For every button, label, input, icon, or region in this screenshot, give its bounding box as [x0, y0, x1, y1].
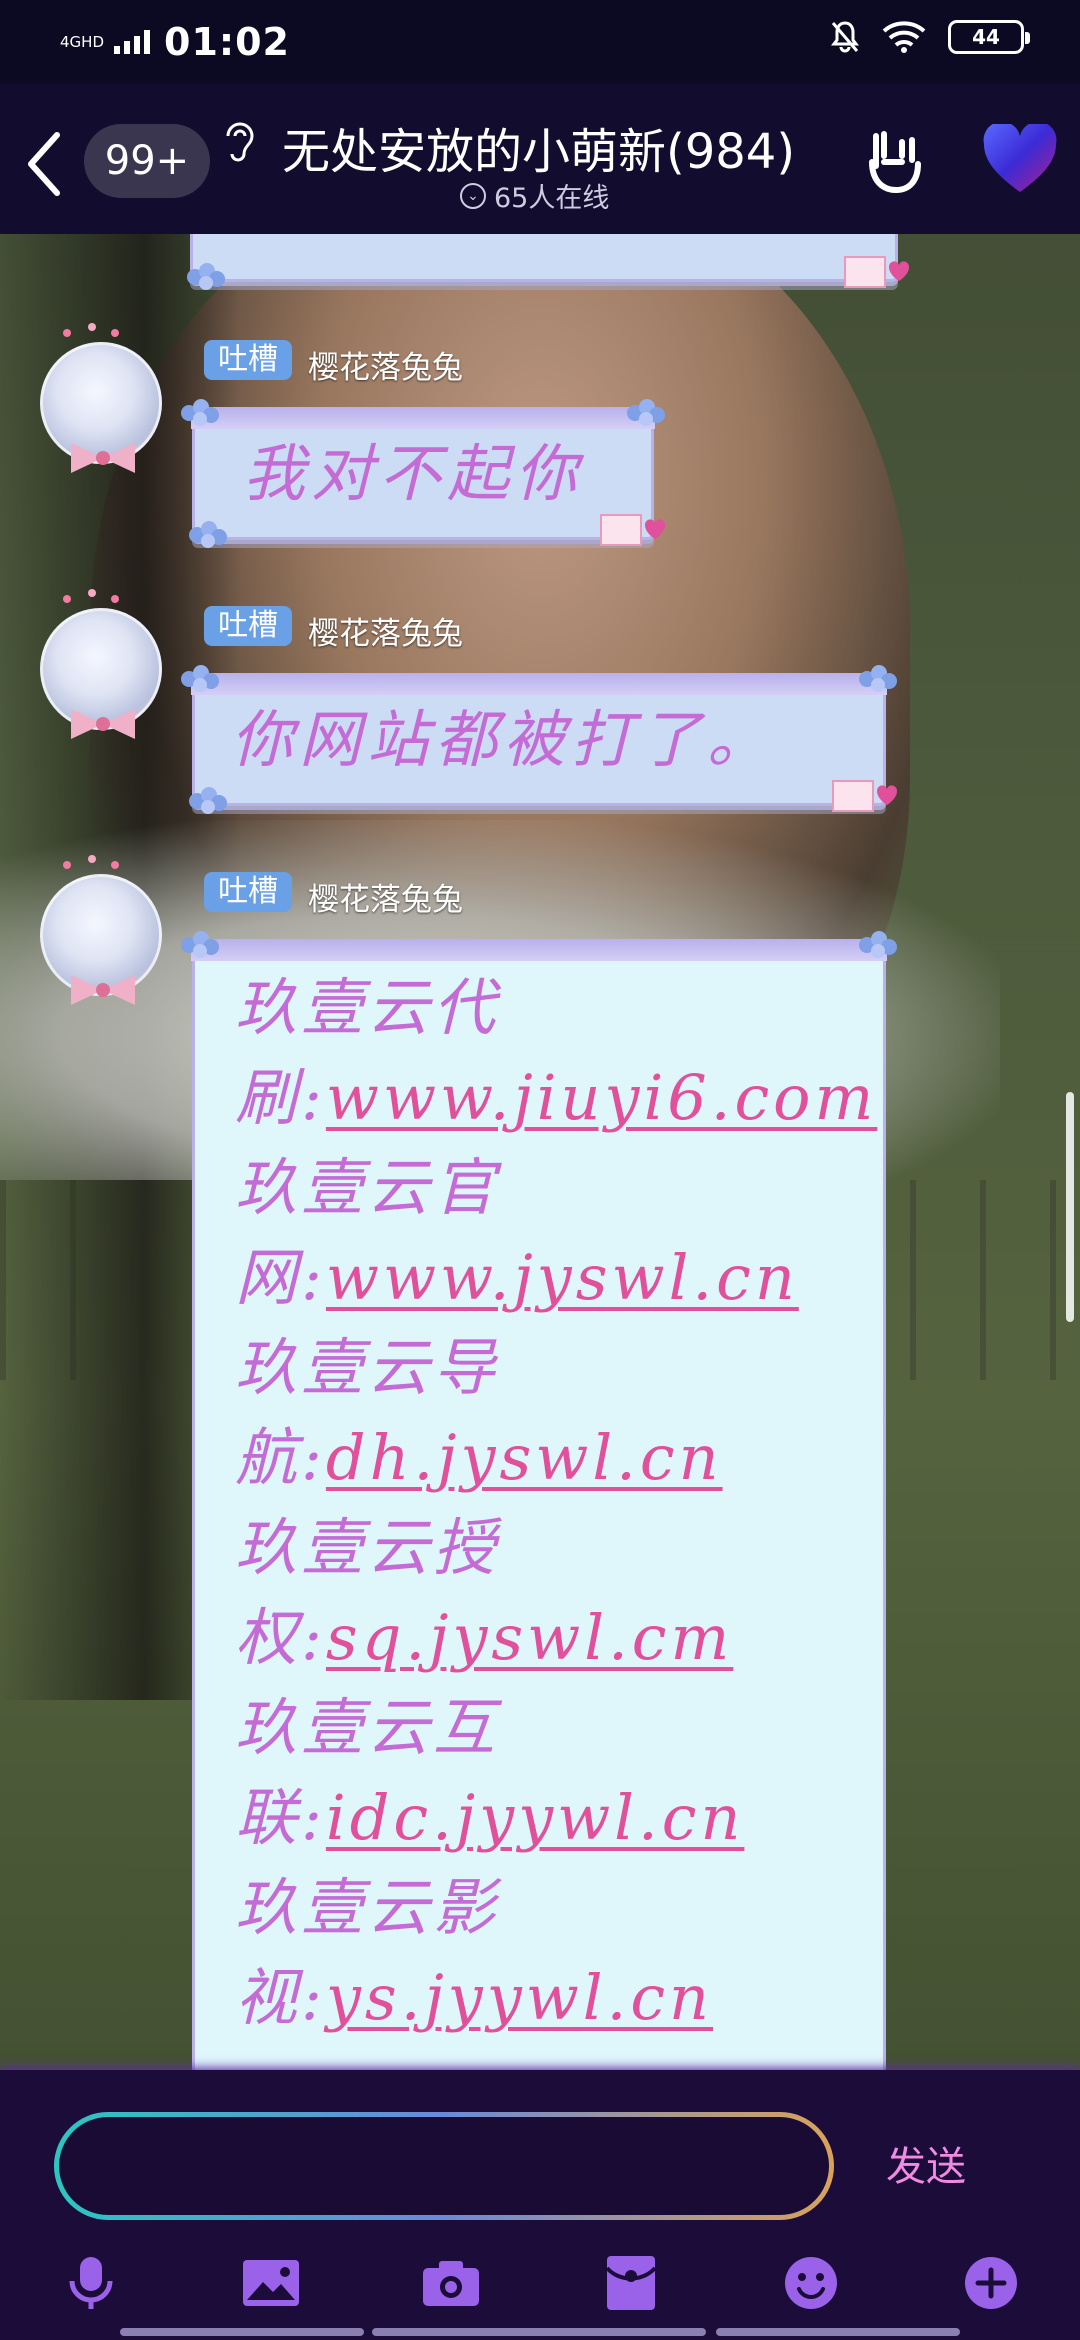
clock: 01:02: [164, 20, 290, 64]
link[interactable]: dh.jyswl.cn: [326, 1421, 723, 1494]
scrollbar[interactable]: [1066, 1092, 1074, 1322]
envelope-heart-icon: [844, 256, 909, 288]
microphone-icon[interactable]: [56, 2248, 126, 2318]
title-tag: 吐槽: [204, 606, 292, 646]
network-type: 4GHD: [60, 33, 104, 51]
emoji-icon[interactable]: [776, 2248, 846, 2318]
heart-decoration-icon: [63, 323, 119, 337]
heart-icon[interactable]: [982, 124, 1058, 196]
envelope-heart-icon: [600, 514, 665, 546]
camera-icon[interactable]: [416, 2248, 486, 2318]
status-bar: 4GHD 01:02 44: [0, 0, 1080, 84]
bow-icon: [71, 709, 135, 739]
online-status[interactable]: ⌄ 65人在线: [460, 176, 609, 215]
flower-decoration-icon: [187, 263, 225, 290]
bow-icon: [71, 975, 135, 1005]
bow-icon: [71, 443, 135, 473]
previous-message-bubble: [187, 234, 909, 290]
gesture-bar: [716, 2328, 960, 2336]
signal-icon: [114, 30, 150, 54]
message-list[interactable]: 吐槽 樱花落兔兔 我对不起你 吐槽 樱花落兔兔 你网站都被打了。 吐槽 樱花落兔…: [0, 234, 1080, 2070]
avatar[interactable]: [40, 323, 162, 473]
online-count: 65人在线: [494, 183, 610, 214]
envelope-heart-icon: [832, 780, 897, 812]
plus-icon[interactable]: [956, 2248, 1026, 2318]
mute-bell-icon: [831, 21, 859, 53]
ear-icon: [226, 122, 254, 162]
message-text: 玖壹云代 刷:www.jiuyi6.com 玖壹云官 网:www.jyswl.c…: [235, 971, 878, 2034]
message-input[interactable]: [56, 2114, 832, 2218]
image-icon[interactable]: [236, 2248, 306, 2318]
link[interactable]: www.jyswl.cn: [326, 1241, 799, 1314]
chevron-left-icon: [28, 132, 60, 196]
avatar[interactable]: [40, 589, 162, 739]
title-tag: 吐槽: [204, 340, 292, 380]
message-bubble[interactable]: 你网站都被打了。: [181, 665, 897, 814]
heart-decoration-icon: [63, 589, 119, 603]
link[interactable]: ys.jyywl.cn: [326, 1961, 713, 2034]
message-bubble[interactable]: 玖壹云代 刷:www.jiuyi6.com 玖壹云官 网:www.jyswl.c…: [181, 931, 897, 2070]
message-text: 你网站都被打了。: [231, 703, 776, 776]
title-tag: 吐槽: [204, 872, 292, 912]
message-bubble[interactable]: 我对不起你: [181, 399, 665, 548]
message-text: 我对不起你: [243, 437, 584, 510]
back-button[interactable]: [18, 124, 68, 204]
sender-name[interactable]: 樱花落兔兔: [308, 608, 463, 653]
sender-name[interactable]: 樱花落兔兔: [308, 342, 463, 387]
wifi-icon: [882, 21, 926, 53]
gesture-bar: [120, 2328, 364, 2336]
gesture-bar: [372, 2328, 706, 2336]
chat-header: 99+ 无处安放的小萌新(984) ⌄ 65人在线: [0, 84, 1080, 234]
send-button[interactable]: 发送: [886, 2134, 966, 2192]
unread-count-badge[interactable]: 99+: [84, 124, 210, 198]
heart-decoration-icon: [63, 855, 119, 869]
red-packet-icon[interactable]: [596, 2248, 666, 2318]
group-title[interactable]: 无处安放的小萌新(984): [282, 112, 795, 182]
link[interactable]: idc.jyywl.cn: [326, 1781, 745, 1854]
rock-hand-icon[interactable]: [862, 126, 926, 196]
link[interactable]: sq.jyswl.cm: [326, 1601, 733, 1674]
battery-indicator: 44: [948, 20, 1030, 54]
chevron-down-icon: ⌄: [460, 182, 486, 209]
link[interactable]: www.jiuyi6.com: [326, 1061, 877, 1134]
sender-name[interactable]: 樱花落兔兔: [308, 874, 463, 919]
input-bar: 发送: [0, 2070, 1080, 2340]
avatar[interactable]: [40, 855, 162, 1005]
